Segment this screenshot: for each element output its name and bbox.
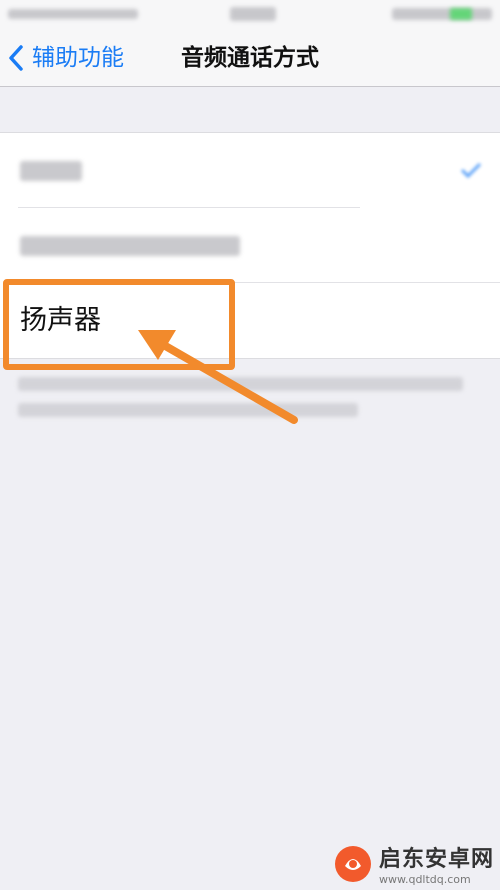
status-carrier-blurred [8,9,138,19]
footer-note-blurred [18,377,468,437]
navigation-bar: 辅助功能 音频通话方式 [0,30,500,87]
checkmark-icon [460,162,482,179]
option-row-headset[interactable] [0,208,500,283]
watermark: 启东安卓网 www.qdltdq.com [333,841,494,886]
chevron-left-icon [9,45,23,71]
battery-icon [450,8,472,20]
screen: 辅助功能 音频通话方式 扬声器 启东安卓网 www.qdltdq.com [0,0,500,890]
status-time-blurred [230,7,276,21]
watermark-logo-icon [334,845,371,882]
back-button-label: 辅助功能 [32,45,124,71]
back-button[interactable]: 辅助功能 [8,38,124,78]
page-title: 音频通话方式 [181,45,319,71]
option-label-blurred [20,236,240,256]
option-row-default[interactable] [0,133,500,208]
footer-line-2 [18,403,358,417]
annotation-highlight-box [3,279,235,370]
status-bar [0,0,500,30]
status-icons-blurred [392,8,492,20]
footer-line-1 [18,377,463,391]
watermark-name: 启东安卓网 [378,847,494,872]
watermark-url: www.qdltdq.com [378,873,471,886]
option-label-blurred [20,161,82,181]
